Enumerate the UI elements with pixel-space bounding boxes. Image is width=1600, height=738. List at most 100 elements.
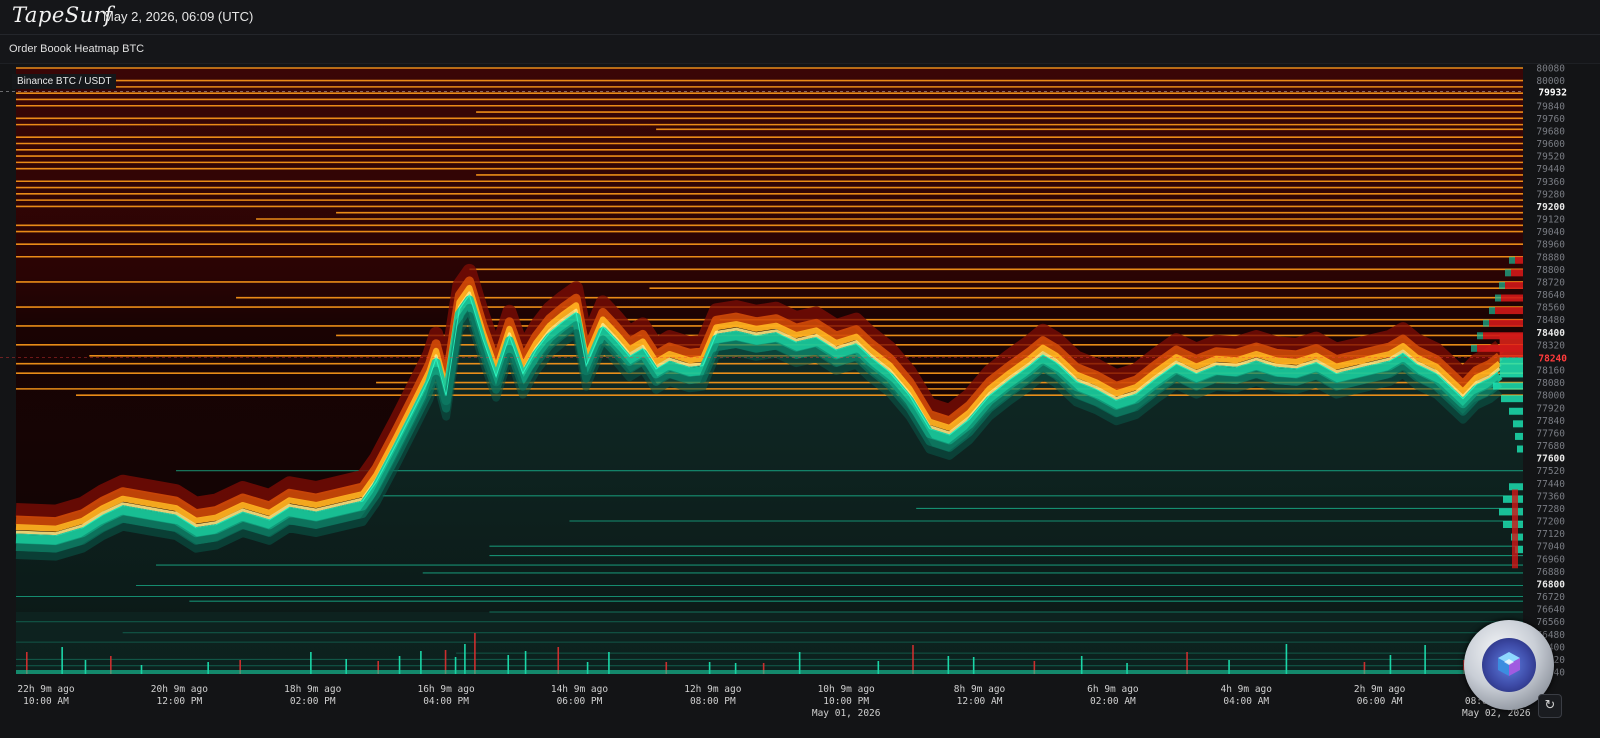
- refresh-button[interactable]: ↻: [1538, 694, 1562, 718]
- price-axis-tick: 78160: [1536, 366, 1565, 377]
- volume-bar: [1285, 644, 1288, 674]
- price-axis-tick: 80000: [1536, 76, 1565, 87]
- price-axis-tick: 77760: [1536, 428, 1565, 439]
- ask-profile-edge: [1489, 307, 1495, 315]
- price-axis-tick: 76800: [1536, 579, 1565, 590]
- volume-bar: [557, 647, 560, 674]
- bid-profile-step: [1499, 508, 1523, 516]
- volume-bar: [1424, 645, 1426, 674]
- ask-profile-step: [1489, 319, 1523, 327]
- ask-profile-step: [1511, 269, 1523, 277]
- price-axis-tick: 79360: [1536, 177, 1565, 188]
- ask-profile-edge: [1505, 269, 1511, 277]
- price-axis-tick: 78480: [1536, 315, 1565, 326]
- time-axis-tick: 06:00 AM: [1357, 696, 1403, 707]
- price-axis-tick: 77920: [1536, 403, 1565, 414]
- price-axis-tick: 80080: [1536, 64, 1565, 75]
- price-axis-tick: 77120: [1536, 529, 1565, 540]
- price-axis-tick: 77840: [1536, 416, 1565, 427]
- page-title: Order Boook Heatmap BTC: [9, 43, 145, 55]
- price-axis-tick: 76880: [1536, 567, 1565, 578]
- cube-glyph-icon: [1498, 652, 1520, 676]
- ask-profile-edge: [1509, 256, 1515, 264]
- bid-profile-step: [1509, 483, 1523, 491]
- price-axis-tick: 76720: [1536, 592, 1565, 603]
- bid-profile-step: [1493, 382, 1523, 390]
- price-axis-tick: 78640: [1536, 290, 1565, 301]
- time-axis-tick: 18h 9m ago: [284, 684, 341, 695]
- price-axis-tick: 77600: [1536, 454, 1565, 465]
- time-axis-tick: 8h 9m ago: [954, 684, 1006, 695]
- time-axis-tick: 02:00 PM: [290, 696, 336, 707]
- ask-profile-edge: [1471, 344, 1477, 352]
- ask-profile-step: [1505, 281, 1523, 289]
- price-axis-tick: 79680: [1536, 126, 1565, 137]
- price-axis-tick: 79120: [1536, 215, 1565, 226]
- price-axis-tick: 79200: [1536, 202, 1565, 213]
- ask-profile-step: [1501, 294, 1523, 302]
- ask-profile-step: [1477, 344, 1523, 352]
- time-axis-tick: 2h 9m ago: [1354, 684, 1406, 695]
- time-axis-tick: May 02, 2026: [1462, 708, 1531, 719]
- price-axis-tick: 79840: [1536, 101, 1565, 112]
- top-bar: TapeSurf May 2, 2026, 06:09 (UTC): [0, 0, 1600, 35]
- volume-background: [16, 612, 1523, 674]
- price-axis-tick: 76960: [1536, 554, 1565, 565]
- price-axis-tick: 79440: [1536, 164, 1565, 175]
- volume-bar: [474, 633, 476, 674]
- time-axis-tick: 08:00 PM: [690, 696, 736, 707]
- price-axis-tick: 76640: [1536, 605, 1565, 616]
- price-axis-tick: 77200: [1536, 517, 1565, 528]
- price-axis-tick: 77280: [1536, 504, 1565, 515]
- time-axis-tick: 06:00 PM: [557, 696, 603, 707]
- time-axis-tick: 10h 9m ago: [818, 684, 875, 695]
- price-axis-tick: 77360: [1536, 491, 1565, 502]
- time-axis-tick: 22h 9m ago: [17, 684, 74, 695]
- time-axis-tick: 04:00 AM: [1223, 696, 1269, 707]
- cube-emblem-icon: [1482, 638, 1536, 692]
- price-axis-tick: 78880: [1536, 252, 1565, 263]
- bid-profile-step: [1517, 445, 1523, 453]
- ask-profile-edge: [1499, 281, 1505, 289]
- ask-profile-step: [1483, 332, 1523, 340]
- time-axis-tick: 12:00 AM: [957, 696, 1003, 707]
- price-axis-tick: 77520: [1536, 466, 1565, 477]
- time-axis-tick: 10:00 PM: [823, 696, 869, 707]
- time-axis-tick: 20h 9m ago: [151, 684, 208, 695]
- app-logo-text: TapeSurf: [12, 3, 113, 27]
- time-axis-tick: 6h 9m ago: [1087, 684, 1139, 695]
- price-axis-tick: 78400: [1536, 328, 1565, 339]
- heatmap-chart[interactable]: 8008080000 79840 7976079680 79600 7952079440…: [0, 64, 1600, 738]
- price-axis-tick: 78320: [1536, 340, 1565, 351]
- price-axis-tick: 77440: [1536, 479, 1565, 490]
- price-axis-tick: 79520: [1536, 152, 1565, 163]
- ask-profile-edge: [1483, 319, 1489, 327]
- price-axis-tick: 78800: [1536, 265, 1565, 276]
- bid-profile-step: [1501, 395, 1523, 403]
- price-marker-label: 78240: [1538, 353, 1567, 364]
- time-axis-tick: 12h 9m ago: [684, 684, 741, 695]
- price-axis-tick: 78000: [1536, 391, 1565, 402]
- time-axis-tick: 10:00 AM: [23, 696, 69, 707]
- ask-profile-edge: [1477, 332, 1483, 340]
- bid-profile-step: [1509, 407, 1523, 415]
- price-axis-tick: 77680: [1536, 441, 1565, 452]
- price-axis-tick: 76560: [1536, 617, 1565, 628]
- volume-bar: [912, 645, 914, 674]
- heatmap-chart-area[interactable]: 80080 80000 79840 79760 79680 79600 79520 79440…: [0, 64, 1600, 738]
- time-axis-tick: 14h 9m ago: [551, 684, 608, 695]
- price-axis-tick: 79280: [1536, 189, 1565, 200]
- price-axis-tick: 78960: [1536, 240, 1565, 251]
- time-axis-tick: 4h 9m ago: [1221, 684, 1273, 695]
- price-axis-tick: 79040: [1536, 227, 1565, 238]
- bid-profile-step: [1513, 420, 1523, 428]
- time-axis-tick: 04:00 PM: [423, 696, 469, 707]
- ask-profile-step: [1495, 307, 1523, 315]
- bid-profile-bar: [1499, 357, 1523, 378]
- price-axis-tick: 79760: [1536, 114, 1565, 125]
- chart-title: Binance BTC / USDT: [12, 74, 117, 89]
- price-marker-label: 79932: [1538, 87, 1567, 98]
- current-datetime: May 2, 2026, 06:09 (UTC): [103, 9, 254, 24]
- volume-bar: [61, 647, 63, 674]
- time-axis-tick: May 01, 2026: [812, 708, 881, 719]
